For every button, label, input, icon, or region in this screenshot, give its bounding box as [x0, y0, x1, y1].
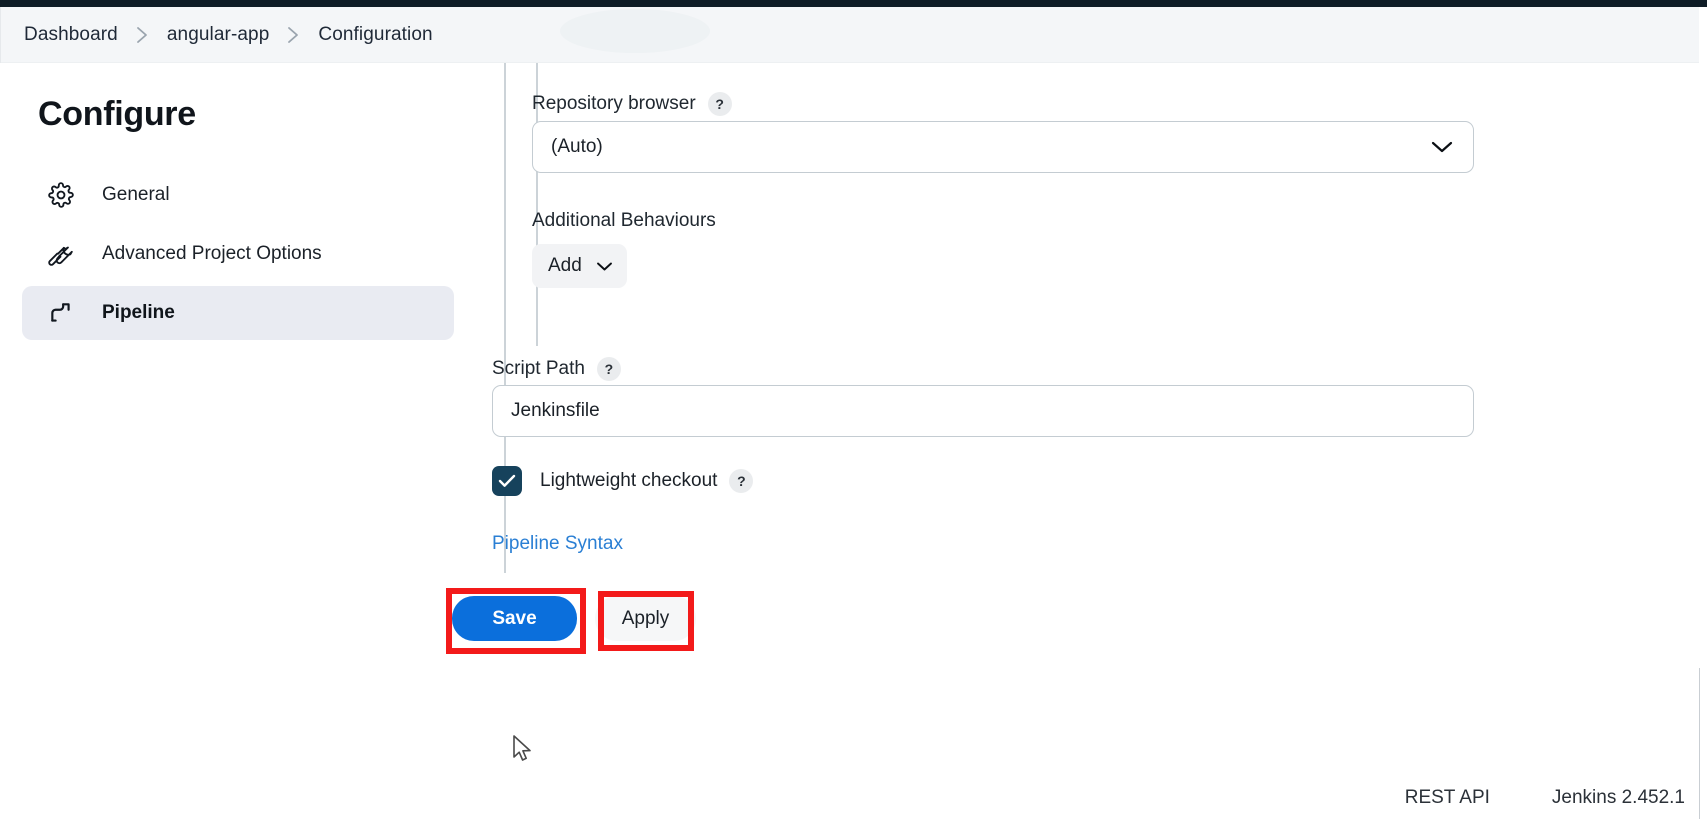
save-button[interactable]: Save — [452, 596, 577, 641]
help-icon-script-path[interactable]: ? — [597, 357, 621, 381]
section-rule-outer — [504, 63, 506, 573]
repository-browser-value: (Auto) — [551, 136, 603, 158]
page-title: Configure — [38, 95, 196, 134]
sidebar-item-pipeline[interactable]: Pipeline — [22, 286, 454, 340]
rest-api-link[interactable]: REST API — [1405, 787, 1490, 809]
breadcrumb-chevron-icon — [136, 26, 149, 44]
lightweight-checkout-label: Lightweight checkout — [540, 470, 717, 492]
lightweight-checkout-row: Lightweight checkout ? — [492, 466, 753, 496]
sidebar-item-label-advanced: Advanced Project Options — [102, 243, 322, 265]
sidebar-item-advanced-project-options[interactable]: Advanced Project Options — [22, 227, 454, 281]
lightweight-checkout-checkbox[interactable] — [492, 466, 522, 496]
sidebar-item-label-general: General — [102, 184, 170, 206]
breadcrumb-item-dashboard[interactable]: Dashboard — [24, 24, 118, 46]
scrollbar-track[interactable] — [1699, 668, 1701, 819]
configure-form: Repository browser ? (Auto) Additional B… — [466, 63, 1707, 819]
wrench-icon — [46, 239, 76, 269]
sidebar: Configure General — [0, 63, 466, 819]
configure-page: Dashboard angular-app Configuration Conf… — [0, 0, 1707, 819]
sidebar-item-general[interactable]: General — [22, 168, 454, 222]
jenkins-version-link[interactable]: Jenkins 2.452.1 — [1552, 787, 1685, 809]
apply-button[interactable]: Apply — [595, 596, 696, 641]
additional-behaviours-label: Additional Behaviours — [532, 210, 716, 232]
breadcrumb-item-configuration[interactable]: Configuration — [318, 24, 432, 46]
right-rail — [1699, 7, 1707, 819]
chevron-down-icon — [1431, 140, 1453, 154]
add-behaviour-button[interactable]: Add — [532, 244, 627, 288]
repository-browser-label: Repository browser ? — [532, 92, 732, 116]
breadcrumb: Dashboard angular-app Configuration — [0, 7, 1707, 63]
gear-icon — [46, 180, 76, 210]
footer: REST API Jenkins 2.452.1 — [1405, 787, 1685, 809]
help-icon-repository-browser[interactable]: ? — [708, 92, 732, 116]
help-icon-lightweight-checkout[interactable]: ? — [729, 469, 753, 493]
pipeline-icon — [46, 298, 76, 328]
sidebar-nav: General Advanced Project Options — [22, 168, 454, 345]
script-path-input[interactable] — [492, 385, 1474, 437]
script-path-label: Script Path ? — [492, 357, 621, 381]
breadcrumb-item-angular-app[interactable]: angular-app — [167, 24, 270, 46]
sidebar-item-label-pipeline: Pipeline — [102, 302, 175, 324]
add-button-label: Add — [548, 255, 582, 277]
repository-browser-select[interactable]: (Auto) — [532, 121, 1474, 173]
breadcrumb-chevron-icon-2 — [287, 26, 300, 44]
chevron-down-icon-add — [596, 261, 613, 272]
top-accent-strip — [0, 0, 1707, 7]
pipeline-syntax-link[interactable]: Pipeline Syntax — [492, 533, 623, 555]
